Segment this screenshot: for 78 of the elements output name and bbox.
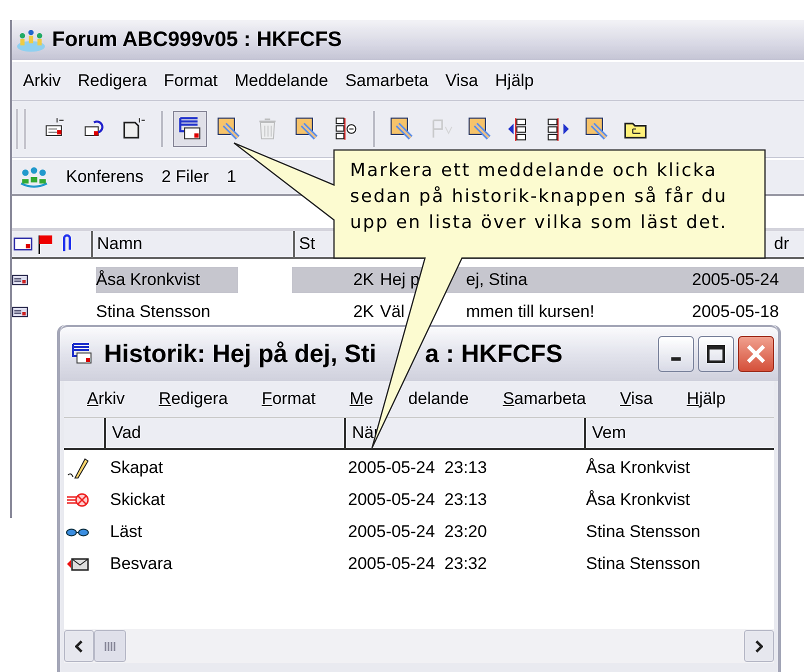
table-cell: Stina Stensson bbox=[586, 554, 700, 574]
glasses-icon bbox=[66, 528, 90, 536]
table-cell-text: Stina Stensson bbox=[96, 301, 212, 323]
menu-item[interactable]: Format bbox=[256, 387, 322, 411]
picture-pencil-icon bbox=[584, 116, 610, 142]
tooltip-text: Markera ett meddelande och klicka sedan på historik-knappen så får du upp en lista över vilka som läst det. bbox=[350, 159, 728, 235]
table-cell: 2005-05-24 23:20 bbox=[348, 522, 487, 542]
people-group-icon bbox=[16, 27, 46, 53]
picture-pencil-icon bbox=[467, 116, 493, 142]
column-header[interactable]: Vad bbox=[106, 418, 346, 448]
window-title: Historik: Hej på dej, Sti bbox=[104, 340, 378, 368]
table-cell: Skapat bbox=[110, 458, 163, 478]
scroll-thumb[interactable] bbox=[94, 630, 126, 662]
table-cell: Åsa Kronkvist bbox=[586, 458, 690, 478]
people-group-icon bbox=[20, 166, 48, 188]
table-cell: 2005-05-24 bbox=[692, 270, 779, 290]
table-cell: mmen till kursen! bbox=[466, 302, 594, 322]
picture-pencil-icon bbox=[216, 116, 242, 142]
grip-icon bbox=[104, 642, 116, 650]
table-cell: 2K bbox=[353, 270, 374, 290]
column-header[interactable] bbox=[12, 231, 93, 257]
pencil-icon bbox=[66, 456, 90, 480]
table-cell: 2005-05-24 23:13 bbox=[348, 490, 487, 510]
table-cell: 2005-05-18 bbox=[692, 302, 779, 322]
column-header[interactable]: Namn bbox=[93, 231, 295, 257]
menu-item[interactable]: Me bbox=[344, 387, 380, 411]
menu-item[interactable]: Samarbeta bbox=[496, 387, 592, 411]
envelope-icon bbox=[12, 274, 28, 286]
menu-item[interactable]: Meddelande bbox=[228, 68, 336, 94]
close-button[interactable] bbox=[738, 336, 774, 372]
table-cell: Stina Stensson bbox=[586, 522, 700, 542]
list-window-icon bbox=[177, 116, 203, 142]
scroll-right-button[interactable] bbox=[744, 630, 774, 662]
menu-item[interactable]: Hjälp bbox=[488, 68, 541, 94]
table-cell: Läst bbox=[110, 522, 142, 542]
scroll-left-button[interactable] bbox=[64, 630, 94, 662]
column-header[interactable]: St bbox=[295, 231, 329, 257]
right-arrow-list-icon bbox=[545, 116, 571, 142]
menu-item[interactable]: Redigera bbox=[70, 68, 154, 94]
menu-item[interactable]: Format bbox=[156, 68, 225, 94]
menu-item[interactable]: Redigera bbox=[152, 387, 234, 411]
minimize-icon bbox=[670, 356, 682, 362]
menu-item[interactable]: Arkiv bbox=[16, 68, 68, 94]
picture-pencil-icon bbox=[294, 116, 320, 142]
maximize-icon bbox=[707, 345, 725, 363]
table-cell: Skickat bbox=[110, 490, 165, 510]
menu-item[interactable]: Arkiv bbox=[81, 387, 131, 411]
message-row[interactable]: Stina Stensson 2K Väl mmen till kursen! 2005-05-18 bbox=[12, 297, 804, 327]
table-cell: 2K bbox=[353, 302, 374, 322]
window-title: a : HKFCFS bbox=[425, 340, 562, 368]
menu-item[interactable]: Hjälp bbox=[680, 387, 732, 411]
list-window-icon bbox=[70, 342, 94, 366]
maximize-button[interactable] bbox=[698, 336, 734, 372]
table-cell: ej, Stina bbox=[466, 270, 528, 290]
picture-pencil-icon bbox=[389, 116, 415, 142]
toolbar-button[interactable] bbox=[173, 111, 207, 147]
tree-list-icon bbox=[333, 116, 359, 142]
table-cell: 2005-05-24 23:32 bbox=[348, 554, 487, 574]
menu-item[interactable]: Samarbeta bbox=[338, 68, 436, 94]
conference-info: 1 bbox=[226, 167, 236, 187]
table-cell: 2005-05-24 23:13 bbox=[348, 458, 487, 478]
minimize-button[interactable] bbox=[658, 336, 694, 372]
toolbar-grip[interactable] bbox=[16, 109, 26, 149]
table-cell: Åsa Kronkvist bbox=[96, 267, 238, 293]
table-cell: Besvara bbox=[110, 554, 172, 574]
conference-info: 2 Filer bbox=[162, 167, 209, 187]
menu-item[interactable]: Visa bbox=[614, 387, 659, 411]
horizontal-scrollbar[interactable] bbox=[64, 629, 774, 663]
table-cell: Åsa Kronkvist bbox=[586, 490, 690, 510]
column-header[interactable]: dr bbox=[770, 231, 798, 257]
table-cell-text: Väl bbox=[380, 302, 406, 322]
window-title: Forum ABC999v05 : HKFCFS bbox=[52, 28, 342, 52]
close-icon bbox=[747, 345, 765, 363]
conference-info: Konferens bbox=[66, 167, 144, 187]
column-header[interactable]: Vem bbox=[586, 418, 774, 448]
envelope-icon bbox=[12, 306, 28, 318]
menu-item[interactable]: Visa bbox=[438, 68, 486, 94]
menu-item[interactable]: delande bbox=[408, 387, 475, 411]
